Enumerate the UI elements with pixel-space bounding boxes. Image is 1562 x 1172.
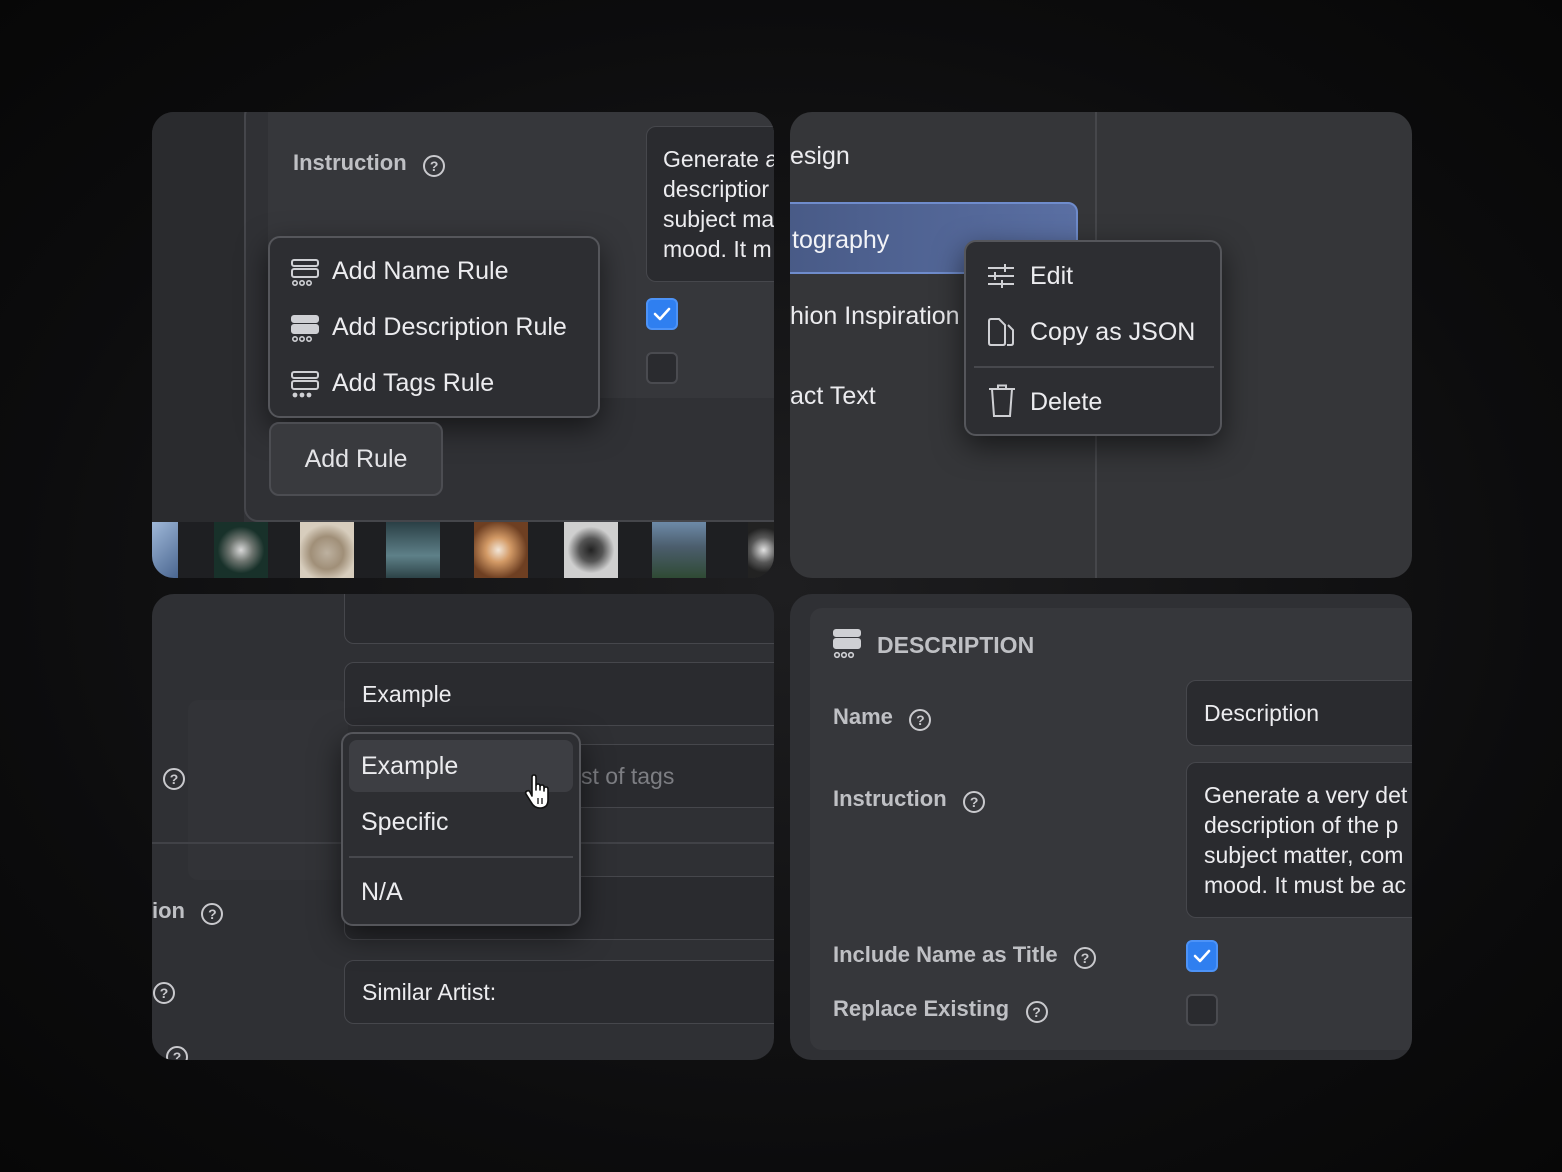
name-label: Name ? bbox=[833, 704, 932, 731]
list-item[interactable]: act Text bbox=[790, 382, 876, 411]
name-input[interactable]: Description bbox=[1186, 680, 1412, 746]
help-icon[interactable]: ? bbox=[163, 768, 185, 790]
thumbnail[interactable] bbox=[300, 522, 354, 578]
description-rule-icon bbox=[833, 629, 861, 659]
collections-panel: esign tography hion Inspiration act Text… bbox=[790, 112, 1412, 578]
list-item-label: tography bbox=[792, 226, 890, 254]
menu-item-label: Delete bbox=[1030, 388, 1103, 416]
example-select[interactable]: Example bbox=[344, 662, 774, 726]
help-icon[interactable]: ? bbox=[201, 902, 224, 925]
rules-panel: Instruction ? Generate a descriptior sub… bbox=[152, 112, 774, 578]
include-checkbox[interactable] bbox=[646, 298, 678, 330]
copy-icon bbox=[988, 318, 1014, 346]
help-icon[interactable]: ? bbox=[423, 154, 446, 177]
name-input-value: Description bbox=[1204, 700, 1320, 726]
help-icon[interactable]: ? bbox=[963, 790, 986, 813]
instruction-textarea[interactable]: Generate a very det description of the p… bbox=[1186, 762, 1412, 918]
thumbnail[interactable] bbox=[386, 522, 440, 578]
help-icon[interactable]: ? bbox=[166, 1046, 188, 1060]
thumbnail[interactable] bbox=[564, 522, 618, 578]
left-column bbox=[188, 700, 348, 880]
thumbnail[interactable] bbox=[748, 522, 774, 578]
help-icon[interactable]: ? bbox=[909, 708, 932, 731]
menu-divider bbox=[349, 856, 573, 858]
instruction-textarea[interactable]: Generate a descriptior subject ma mood. … bbox=[646, 126, 774, 282]
menu-item-label: Edit bbox=[1030, 262, 1074, 290]
option-label: Specific bbox=[361, 808, 449, 836]
menu-item-label: Add Description Rule bbox=[332, 313, 567, 341]
tag-rule-panel: Example ? st of tags ion ? ? Similar Art… bbox=[152, 594, 774, 1060]
add-rule-label: Add Rule bbox=[304, 445, 408, 473]
description-rule-panel: DESCRIPTION Name ? Description Instructi… bbox=[790, 594, 1412, 1060]
instruction-line: description of the p bbox=[1204, 812, 1399, 838]
instruction-label: Instruction ? bbox=[293, 150, 446, 177]
sidebar-strip bbox=[152, 112, 244, 522]
thumbnail[interactable] bbox=[474, 522, 528, 578]
include-name-label: Include Name as Title ? bbox=[833, 942, 1097, 969]
tags-placeholder: st of tags bbox=[581, 763, 675, 789]
replace-existing-label: Replace Existing ? bbox=[833, 996, 1048, 1023]
list-item[interactable]: esign bbox=[790, 142, 850, 171]
menu-item-label: Add Tags Rule bbox=[332, 369, 495, 397]
checkmark-icon bbox=[653, 307, 671, 321]
list-item-label: hion Inspiration bbox=[790, 302, 960, 330]
similar-artist-value: Similar Artist: bbox=[362, 979, 497, 1005]
instruction-line: Generate a bbox=[663, 146, 774, 172]
trash-icon bbox=[989, 384, 1015, 417]
include-name-checkbox[interactable] bbox=[1186, 940, 1218, 972]
help-icon[interactable]: ? bbox=[1025, 1000, 1048, 1023]
context-menu: Edit Copy as JSON Delete bbox=[964, 240, 1222, 436]
list-item[interactable]: hion Inspiration bbox=[790, 302, 960, 331]
instruction-line: subject ma bbox=[663, 206, 774, 232]
example-select-value: Example bbox=[362, 681, 452, 707]
menu-item-label: Add Name Rule bbox=[332, 257, 509, 285]
label-fragment: ion ? bbox=[152, 898, 224, 925]
instruction-label: Instruction ? bbox=[833, 786, 986, 813]
instruction-line: mood. It must be ac bbox=[1204, 872, 1406, 898]
menu-item-label: Copy as JSON bbox=[1030, 318, 1196, 346]
option-label: Example bbox=[361, 752, 459, 780]
similar-artist-field[interactable]: Similar Artist: bbox=[344, 960, 774, 1024]
menu-item-delete[interactable]: Delete bbox=[966, 376, 1220, 428]
menu-item-add-description-rule[interactable]: Add Description Rule bbox=[270, 300, 598, 352]
menu-divider bbox=[974, 366, 1214, 368]
list-item-label: act Text bbox=[790, 382, 876, 410]
sliders-icon bbox=[988, 264, 1014, 288]
menu-item-edit[interactable]: Edit bbox=[966, 250, 1220, 302]
instruction-line: descriptior bbox=[663, 176, 770, 202]
instruction-line: mood. It m bbox=[663, 236, 772, 262]
rule-icon bbox=[291, 315, 319, 342]
instruction-line: subject matter, com bbox=[1204, 842, 1404, 868]
help-icon[interactable]: ? bbox=[153, 982, 175, 1004]
list-item-label: esign bbox=[790, 142, 850, 170]
menu-item-copy-json[interactable]: Copy as JSON bbox=[966, 306, 1220, 358]
add-rule-menu: Add Name Rule Add Description Rule Add T… bbox=[268, 236, 600, 418]
menu-item-add-tags-rule[interactable]: Add Tags Rule bbox=[270, 356, 598, 408]
section-title: DESCRIPTION bbox=[877, 632, 1035, 658]
rule-icon bbox=[291, 259, 319, 286]
thumbnail[interactable] bbox=[152, 522, 178, 578]
thumbnail[interactable] bbox=[214, 522, 268, 578]
replace-checkbox[interactable] bbox=[646, 352, 678, 384]
thumbnail[interactable] bbox=[652, 522, 706, 578]
option-na[interactable]: N/A bbox=[349, 866, 573, 918]
checkmark-icon bbox=[1193, 949, 1211, 963]
replace-existing-checkbox[interactable] bbox=[1186, 994, 1218, 1026]
top-field[interactable] bbox=[344, 594, 774, 644]
add-rule-button[interactable]: Add Rule bbox=[269, 422, 443, 496]
hand-cursor-icon bbox=[524, 774, 549, 809]
rule-icon bbox=[291, 371, 319, 398]
instruction-line: Generate a very det bbox=[1204, 782, 1408, 808]
type-dropdown: Example Specific N/A bbox=[341, 732, 581, 926]
menu-item-add-name-rule[interactable]: Add Name Rule bbox=[270, 244, 598, 296]
help-icon[interactable]: ? bbox=[1074, 946, 1097, 969]
option-label: N/A bbox=[361, 878, 403, 906]
